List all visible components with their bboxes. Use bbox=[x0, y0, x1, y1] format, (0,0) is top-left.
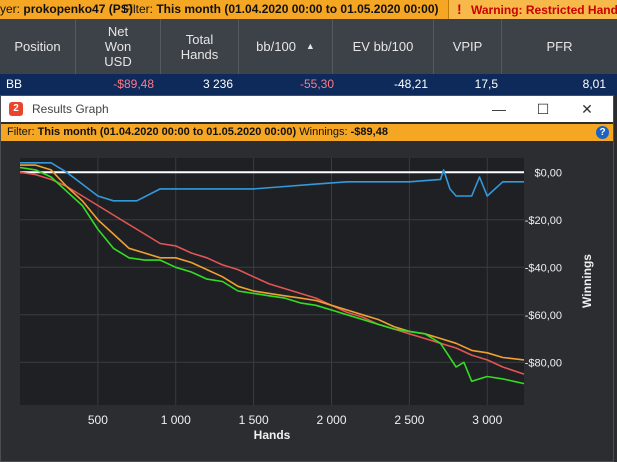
maximize-button[interactable]: ☐ bbox=[521, 96, 565, 122]
cell-bb100: -55,30 bbox=[299, 77, 334, 91]
y-tick-label: -$60,00 bbox=[525, 310, 562, 322]
warning-icon: ! bbox=[457, 1, 462, 17]
x-tick-label: 2 000 bbox=[316, 413, 346, 427]
table-row[interactable]: BB -$89,48 3 236 -55,30 -48,21 17,5 8,01 bbox=[0, 74, 617, 95]
cell-net-won: -$89,48 bbox=[113, 77, 154, 91]
y-tick-label: $0,00 bbox=[534, 167, 562, 179]
column-header-total-hands[interactable]: Total Hands bbox=[161, 19, 239, 74]
window-titlebar[interactable]: 2 Results Graph — ☐ ✕ bbox=[1, 96, 613, 122]
x-tick-label: 500 bbox=[88, 413, 108, 427]
restricted-hands-warning[interactable]: ! Warning: Restricted Hands S bbox=[448, 0, 617, 19]
cell-total-hands: 3 236 bbox=[202, 77, 233, 91]
graph-filter-bar: Filter: This month (01.04.2020 00:00 to … bbox=[1, 124, 613, 141]
stats-table-header: Position Net Won USD Total Hands bb/100 ▲… bbox=[0, 19, 617, 74]
y-tick-label: -$20,00 bbox=[525, 215, 562, 227]
close-button[interactable]: ✕ bbox=[565, 96, 609, 122]
window-title: Results Graph bbox=[32, 102, 109, 116]
column-label: PFR bbox=[546, 39, 573, 54]
x-tick-label: 2 500 bbox=[394, 413, 424, 427]
column-header-net-won[interactable]: Net Won USD bbox=[76, 19, 161, 74]
column-label: VPIP bbox=[452, 39, 483, 54]
y-axis-ticks: $0,00 -$20,00 -$40,00 -$60,00 -$80,00 bbox=[525, 167, 562, 369]
filter-value[interactable]: This month (01.04.2020 00:00 to 01.05.20… bbox=[38, 126, 297, 138]
results-graph-window: 2 Results Graph — ☐ ✕ Filter: This month… bbox=[0, 95, 614, 462]
player-label: yer: bbox=[0, 2, 21, 16]
column-header-vpip[interactable]: VPIP bbox=[434, 19, 502, 74]
x-tick-label: 1 500 bbox=[239, 413, 269, 427]
app-logo-icon: 2 bbox=[9, 102, 23, 116]
column-header-pfr[interactable]: PFR bbox=[502, 19, 617, 74]
x-axis-label: Hands bbox=[254, 428, 291, 442]
x-tick-label: 3 000 bbox=[472, 413, 502, 427]
filter-label: Filter: bbox=[7, 126, 35, 138]
results-graph[interactable]: 500 1 000 1 500 2 000 2 500 3 000 $0,00 -$20,0… bbox=[1, 143, 613, 461]
y-tick-label: -$40,00 bbox=[525, 262, 562, 274]
warning-text: Warning: Restricted Hands S bbox=[471, 3, 617, 17]
column-label: Net Won USD bbox=[104, 24, 132, 69]
top-filter-value: This month (01.04.2020 00:00 to 01.05.20… bbox=[156, 2, 439, 16]
column-header-position[interactable]: Position bbox=[0, 19, 76, 74]
column-header-ev-bb100[interactable]: EV bb/100 bbox=[333, 19, 434, 74]
cell-vpip: 17,5 bbox=[474, 77, 498, 91]
minimize-button[interactable]: — bbox=[477, 96, 521, 122]
cell-position: BB bbox=[6, 77, 23, 91]
winnings-label: Winnings: bbox=[299, 126, 348, 138]
column-label: bb/100 bbox=[256, 39, 296, 54]
column-label: EV bb/100 bbox=[352, 39, 414, 54]
winnings-value: -$89,48 bbox=[350, 126, 388, 138]
y-axis-label: Winnings bbox=[580, 254, 594, 308]
x-axis-ticks: 500 1 000 1 500 2 000 2 500 3 000 bbox=[88, 413, 503, 427]
top-filter[interactable]: Filter: This month (01.04.2020 00:00 to … bbox=[123, 0, 439, 19]
player-name: yer: prokopenko47 (PS) bbox=[0, 0, 133, 19]
top-filter-bar: yer: prokopenko47 (PS) Filter: This mont… bbox=[0, 0, 617, 19]
top-filter-label: Filter: bbox=[123, 2, 153, 16]
x-tick-label: 1 000 bbox=[161, 413, 191, 427]
y-tick-label: -$80,00 bbox=[525, 357, 562, 369]
cell-ev-bb100: -48,21 bbox=[393, 77, 428, 91]
column-label: Total Hands bbox=[180, 31, 219, 62]
sort-ascending-icon: ▲ bbox=[305, 41, 315, 51]
cell-pfr: 8,01 bbox=[582, 77, 606, 91]
help-icon[interactable]: ? bbox=[596, 126, 609, 139]
player-value: prokopenko47 (PS) bbox=[23, 2, 133, 16]
column-header-bb100[interactable]: bb/100 ▲ bbox=[239, 19, 333, 74]
column-label: Position bbox=[14, 39, 61, 54]
